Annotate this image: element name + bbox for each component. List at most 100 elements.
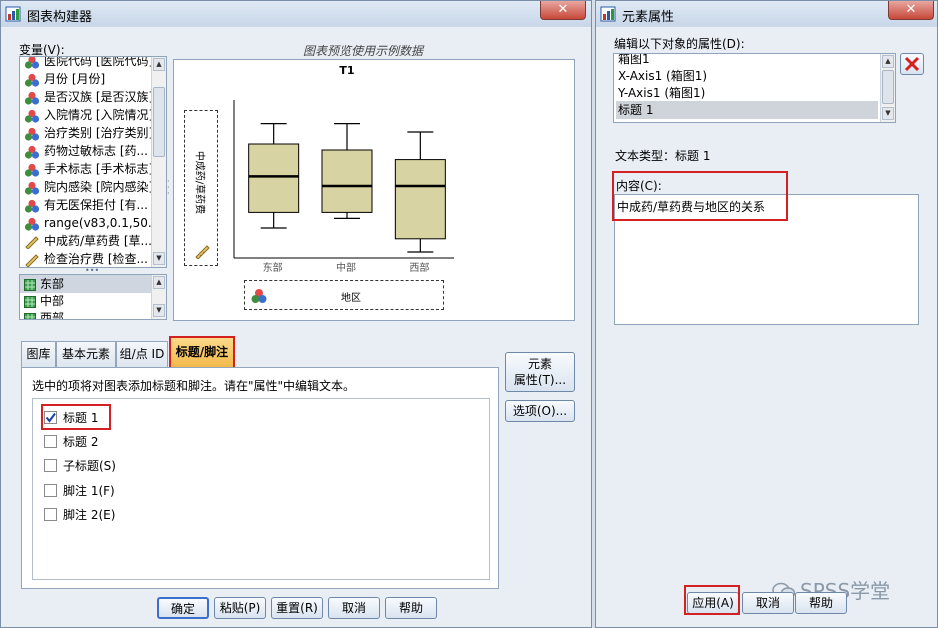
close-button[interactable]: ✕ <box>540 1 586 20</box>
variable-item[interactable]: 治疗类别 [治疗类别] <box>24 124 153 142</box>
variable-item[interactable]: 手术标志 [手术标志] <box>24 160 153 178</box>
checkbox-label: 脚注 2(E) <box>63 508 116 522</box>
close-icon: ✕ <box>905 2 917 17</box>
variable-item[interactable]: 是否汉族 [是否汉族] <box>24 88 153 106</box>
scroll-up-icon[interactable]: ▲ <box>153 58 165 71</box>
variable-label: range(v83,0.1,50... <box>44 216 160 230</box>
properties-object-list[interactable]: 箱图1 X-Axis1 (箱图1) Y-Axis1 (箱图1) 标题 1 ▲ ▼ <box>613 53 896 123</box>
nominal-variable-icon <box>24 57 40 69</box>
category-grid-icon <box>24 312 36 319</box>
scroll-thumb[interactable] <box>153 87 165 157</box>
element-properties-button[interactable]: 元素 属性(T)... <box>505 352 575 392</box>
button-label: 取消 <box>755 596 780 610</box>
close-button[interactable]: ✕ <box>888 1 934 20</box>
x-axis-drop-zone[interactable]: 地区 <box>244 280 444 310</box>
nominal-variable-icon <box>24 127 40 141</box>
scroll-down-icon[interactable]: ▼ <box>153 304 165 317</box>
title-checkbox-row[interactable]: 标题 2 <box>44 434 98 450</box>
property-object-item[interactable]: X-Axis1 (箱图1) <box>616 67 878 85</box>
variable-label: 药物过敏标志 [药... <box>44 144 148 158</box>
checkbox-unchecked[interactable] <box>44 484 57 497</box>
variables-list[interactable]: 医院代码 [医院代码] 月份 [月份] 是否汉族 [是否汉族] 入院情况 [入院情况]… <box>19 56 167 268</box>
category-item[interactable]: 东部 <box>20 275 151 293</box>
splitter-vertical-grip[interactable]: · · · <box>167 178 172 199</box>
chart-builder-titlebar[interactable]: 图表构建器 ✕ <box>1 1 591 27</box>
scroll-up-icon[interactable]: ▲ <box>882 55 894 68</box>
button-label: 帮助 <box>398 601 423 615</box>
checkbox-unchecked[interactable] <box>44 459 57 472</box>
button-label-line1: 元素 <box>527 357 552 371</box>
splitter-grip[interactable]: ••• <box>85 267 101 275</box>
property-object-item[interactable]: 标题 1 <box>616 101 878 119</box>
box-iqr <box>394 159 446 240</box>
checkbox-label: 脚注 1(F) <box>63 484 115 498</box>
variable-label: 治疗类别 [治疗类别] <box>44 126 154 140</box>
text-type-value: 标题 1 <box>675 149 711 163</box>
nominal-variable-icon <box>24 163 40 177</box>
nominal-variable-icon <box>24 73 40 87</box>
reset-button[interactable]: 重置(R) <box>271 597 323 619</box>
checkbox-unchecked[interactable] <box>44 435 57 448</box>
ok-button[interactable]: 确定 <box>157 597 209 619</box>
x-tick-label: 中部 <box>336 261 356 274</box>
category-grid-icon <box>24 295 36 309</box>
nominal-variable-icon <box>251 288 267 304</box>
property-object-item[interactable]: 箱图1 <box>616 54 878 68</box>
tab-basic-elements[interactable]: 基本元素 <box>56 341 116 367</box>
variable-item[interactable]: 医院代码 [医院代码] <box>24 57 153 70</box>
tab-content-panel: 选中的项将对图表添加标题和脚注。请在"属性"中编辑文本。 <box>21 367 499 589</box>
variable-item[interactable]: 有无医保拒付 [有... <box>24 196 148 214</box>
highlight-content <box>612 171 788 221</box>
tab-group-point-id[interactable]: 组/点 ID <box>116 341 168 367</box>
category-item[interactable]: 中部 <box>20 292 151 310</box>
button-label: 重置(R) <box>276 601 318 615</box>
x-tick-label: 西部 <box>409 261 429 274</box>
nominal-variable-icon <box>24 199 40 213</box>
property-object-item[interactable]: Y-Axis1 (箱图1) <box>616 84 878 102</box>
properties-scrollbar[interactable]: ▲ ▼ <box>880 54 895 122</box>
checkbox-unchecked[interactable] <box>44 508 57 521</box>
cancel-button[interactable]: 取消 <box>742 592 794 614</box>
title-checkbox-row[interactable]: 脚注 1(F) <box>44 483 115 499</box>
variable-item[interactable]: 院内感染 [院内感染] <box>24 178 153 196</box>
highlight-apply <box>684 585 740 615</box>
category-list[interactable]: 东部 中部西部 ▲ ▼ <box>19 274 167 320</box>
variable-item[interactable]: 月份 [月份] <box>24 70 105 88</box>
tab-label: 基本元素 <box>61 347 110 361</box>
y-axis-drop-zone[interactable]: 中成药/草药费 <box>184 110 218 266</box>
scroll-up-icon[interactable]: ▲ <box>153 276 165 289</box>
button-label: 选项(O)... <box>512 404 568 418</box>
ruler-icon <box>24 253 40 267</box>
scroll-down-icon[interactable]: ▼ <box>882 107 894 120</box>
category-label: 中部 <box>40 294 65 308</box>
options-button[interactable]: 选项(O)... <box>505 400 575 422</box>
delete-button[interactable] <box>900 53 924 75</box>
variable-item[interactable]: range(v83,0.1,50... <box>24 214 159 232</box>
chart-preview-canvas[interactable]: T1 东部 中部 西部 中成药/草药费 地区 <box>173 59 575 321</box>
paste-button[interactable]: 粘贴(P) <box>214 597 266 619</box>
button-label-line2: 属性(T)... <box>513 373 567 387</box>
variable-item[interactable]: 入院情况 [入院情况] <box>24 106 153 124</box>
help-button[interactable]: 帮助 <box>385 597 437 619</box>
variable-item[interactable]: 中成药/草药费 [草... <box>24 232 152 250</box>
category-label: 西部 <box>40 311 65 320</box>
variable-label: 是否汉族 [是否汉族] <box>44 90 154 104</box>
checkbox-label: 子标题(S) <box>63 459 116 473</box>
scroll-down-icon[interactable]: ▼ <box>153 252 165 265</box>
element-properties-titlebar[interactable]: 元素属性 ✕ <box>596 1 937 27</box>
variable-label: 有无医保拒付 [有... <box>44 198 148 212</box>
variable-item[interactable]: 药物过敏标志 [药... <box>24 142 148 160</box>
cancel-button[interactable]: 取消 <box>328 597 380 619</box>
scroll-thumb[interactable] <box>882 70 894 104</box>
tab-gallery[interactable]: 图库 <box>21 341 56 367</box>
tab-label: 组/点 ID <box>119 347 165 361</box>
variables-scrollbar[interactable]: ▲ ▼ <box>151 57 166 267</box>
title-checkbox-row[interactable]: 脚注 2(E) <box>44 507 115 523</box>
preview-note: 图表预览使用示例数据 <box>303 44 424 58</box>
category-item[interactable]: 西部 <box>20 309 151 320</box>
category-scrollbar[interactable]: ▲ ▼ <box>151 275 166 319</box>
help-button[interactable]: 帮助 <box>795 592 847 614</box>
tab-titles-footnotes[interactable]: 标题/脚注 <box>169 336 235 367</box>
title-checkbox-row[interactable]: 子标题(S) <box>44 458 116 474</box>
nominal-variable-icon <box>24 181 40 195</box>
